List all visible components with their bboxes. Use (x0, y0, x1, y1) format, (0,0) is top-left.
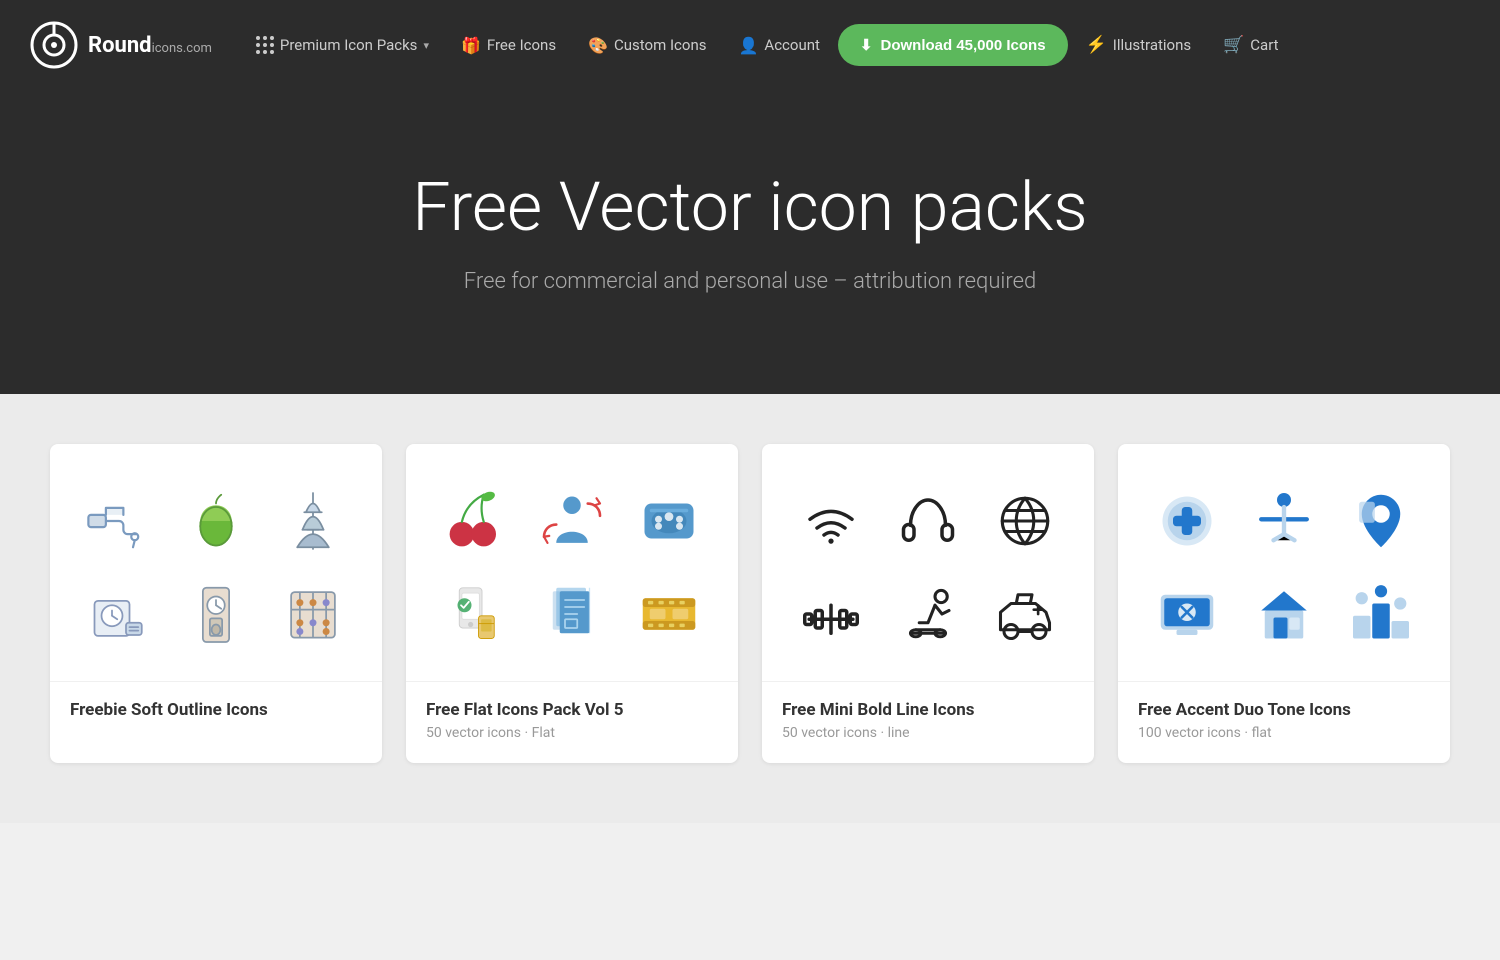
card-title-2: Free Flat Icons Pack Vol 5 (426, 700, 718, 720)
icon-medical-plus (1138, 474, 1235, 568)
nav-cart[interactable]: 🛒 Cart (1209, 27, 1292, 63)
nav-account-label: Account (764, 36, 820, 54)
hero-subtitle: Free for commercial and personal use – a… (40, 269, 1460, 294)
icon-headphones (879, 474, 976, 568)
logo-icon (30, 21, 78, 69)
gift-icon: 🎁 (461, 36, 481, 55)
card-line[interactable]: Free Mini Bold Line Icons 50 vector icon… (762, 444, 1094, 763)
download-icon: ⬇ (860, 36, 873, 54)
icon-shop-tent (1235, 567, 1332, 661)
download-button[interactable]: ⬇ Download 45,000 Icons (838, 24, 1068, 66)
card-subtitle-4: 100 vector icons · flat (1138, 725, 1430, 741)
card-icons-1 (50, 444, 382, 681)
card-icons-3 (762, 444, 1094, 681)
nav-illustrations-label: Illustrations (1113, 36, 1191, 54)
icon-grandfather-clock (167, 567, 264, 661)
icon-globe-temp (977, 474, 1074, 568)
icon-podium (1333, 567, 1430, 661)
card-title-4: Free Accent Duo Tone Icons (1138, 700, 1430, 720)
card-info-1: Freebie Soft Outline Icons (50, 681, 382, 747)
icon-filmstrip (621, 567, 718, 661)
logo-text: Roundicons.com (88, 33, 212, 58)
nav-links: Premium Icon Packs ▾ 🎁 Free Icons 🎨 Cust… (242, 24, 1470, 66)
card-icons-4 (1118, 444, 1450, 681)
cards-section: Freebie Soft Outline Icons (0, 394, 1500, 823)
icon-apple (167, 474, 264, 568)
icon-eiffel-tower (265, 474, 362, 568)
icon-person-spread (1235, 474, 1332, 568)
lightning-icon: ⚡ (1086, 35, 1107, 55)
nav-custom[interactable]: 🎨 Custom Icons (574, 28, 720, 63)
nav-account[interactable]: 👤 Account (724, 28, 833, 63)
nav-premium[interactable]: Premium Icon Packs ▾ (242, 28, 443, 62)
nav-free[interactable]: 🎁 Free Icons (447, 28, 570, 63)
icon-clock-box (70, 567, 167, 661)
nav-custom-label: Custom Icons (614, 36, 706, 54)
card-info-4: Free Accent Duo Tone Icons 100 vector ic… (1118, 681, 1450, 763)
icon-abacus (265, 567, 362, 661)
nav-illustrations[interactable]: ⚡ Illustrations (1072, 27, 1206, 63)
icon-monitor-cancel (1138, 567, 1235, 661)
icon-person-refresh (523, 474, 620, 568)
card-title-3: Free Mini Bold Line Icons (782, 700, 1074, 720)
cards-grid: Freebie Soft Outline Icons (50, 444, 1450, 763)
card-title-1: Freebie Soft Outline Icons (70, 700, 362, 720)
hero-title: Free Vector icon packs (40, 170, 1460, 245)
nav-free-label: Free Icons (487, 36, 556, 54)
card-info-2: Free Flat Icons Pack Vol 5 50 vector ico… (406, 681, 738, 763)
icon-blueprint (523, 567, 620, 661)
cart-icon: 🛒 (1223, 35, 1244, 55)
nav-cart-label: Cart (1250, 36, 1278, 54)
card-soft-outline[interactable]: Freebie Soft Outline Icons (50, 444, 382, 763)
chevron-down-icon: ▾ (423, 39, 429, 52)
hero-section: Free Vector icon packs Free for commerci… (0, 90, 1500, 394)
icon-faucet (70, 474, 167, 568)
card-info-3: Free Mini Bold Line Icons 50 vector icon… (762, 681, 1094, 763)
icon-gym (782, 567, 879, 661)
card-subtitle-3: 50 vector icons · line (782, 725, 1074, 741)
grid-icon (256, 36, 274, 54)
icon-wifi (782, 474, 879, 568)
card-duotone[interactable]: Free Accent Duo Tone Icons 100 vector ic… (1118, 444, 1450, 763)
icon-treadmill (879, 567, 976, 661)
card-icons-2 (406, 444, 738, 681)
nav-premium-label: Premium Icon Packs (280, 36, 418, 54)
brush-icon: 🎨 (588, 36, 608, 55)
card-subtitle-2: 50 vector icons · Flat (426, 725, 718, 741)
icon-location-pin (1333, 474, 1430, 568)
icon-mobile-check (426, 567, 523, 661)
logo[interactable]: Roundicons.com (30, 21, 212, 69)
card-flat[interactable]: Free Flat Icons Pack Vol 5 50 vector ico… (406, 444, 738, 763)
navbar: Roundicons.com Premium Icon Packs ▾ 🎁 Fr… (0, 0, 1500, 90)
icon-car-electric (977, 567, 1074, 661)
icon-telephone (621, 474, 718, 568)
icon-cherries (426, 474, 523, 568)
user-icon: 👤 (738, 36, 758, 55)
download-label: Download 45,000 Icons (881, 37, 1046, 54)
